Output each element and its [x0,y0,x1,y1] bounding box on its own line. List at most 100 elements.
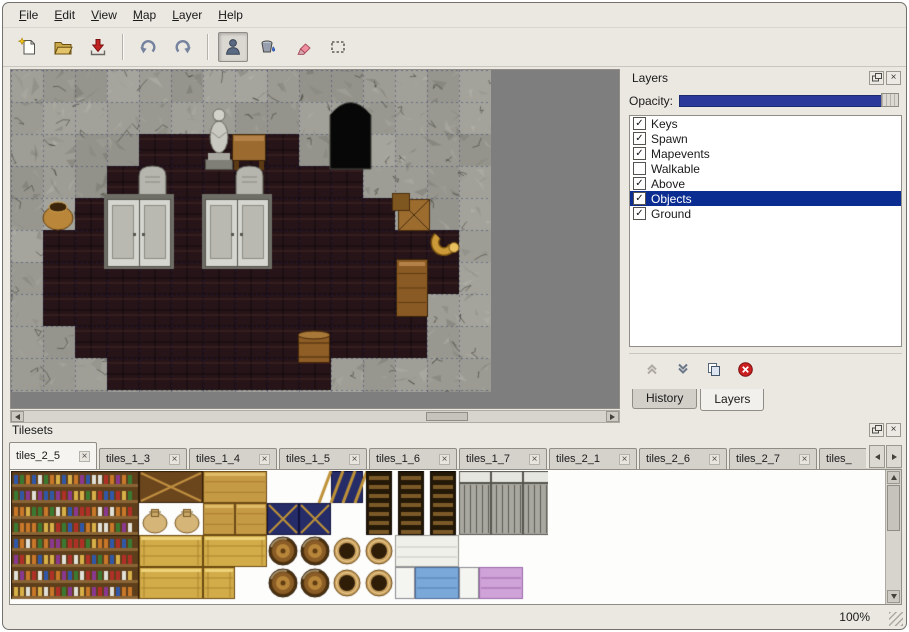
menu-map[interactable]: Map [125,6,164,24]
layer-name: Mapevents [651,147,710,161]
tab-close-icon[interactable]: × [79,451,90,462]
layer-row[interactable]: Walkable [630,161,901,176]
tileset-tab-label: tiles_2_6 [646,453,690,465]
tab-close-icon[interactable]: × [439,454,450,465]
duplicate-layer-button[interactable] [703,358,725,380]
tab-close-icon[interactable]: × [259,454,270,465]
tileset-tab[interactable]: tiles_1_5× [279,448,367,469]
redo-button[interactable] [168,32,198,62]
select-tool-button[interactable] [323,32,353,62]
save-button[interactable] [83,32,113,62]
open-file-button[interactable] [48,32,78,62]
tileset-tab[interactable]: tiles_2_1× [549,448,637,469]
toolbar-separator [207,34,209,60]
layer-row[interactable]: ✓ Objects [630,191,901,206]
tab-close-icon[interactable]: × [619,454,630,465]
layer-checkbox[interactable]: ✓ [633,192,646,205]
up-triangle-icon [891,475,897,480]
layer-checkbox[interactable]: ✓ [633,147,646,160]
tileset-tab-label: tiles_1_3 [106,453,150,465]
layer-row[interactable]: ✓ Above [630,176,901,191]
tab-close-icon[interactable]: × [529,454,540,465]
tileset-tab[interactable]: tiles_1_3 × [99,448,187,469]
fill-tool-button[interactable] [253,32,283,62]
lower-layer-button[interactable] [672,358,694,380]
layer-checkbox[interactable]: ✓ [633,207,646,220]
toolbar [3,28,906,67]
layers-float-button[interactable] [869,71,884,85]
tilesets-panel-header: Tilesets × [7,421,904,438]
menu-help[interactable]: Help [210,6,251,24]
tab-close-icon[interactable]: × [709,454,720,465]
layer-row[interactable]: ✓ Mapevents [630,146,901,161]
tab-scroll-right-button[interactable] [886,445,902,468]
float-window-icon [872,425,882,434]
tilesets-close-button[interactable]: × [886,423,901,437]
layers-close-button[interactable]: × [886,71,901,85]
dock-tab-history[interactable]: History [632,389,697,409]
layer-row[interactable]: ✓ Spawn [630,131,901,146]
tileset-tab[interactable]: tiles_2_6 × [639,448,727,469]
tileset-tab[interactable]: tiles_1_6 × [369,448,457,469]
float-window-icon [872,73,882,82]
layer-name: Ground [651,207,691,221]
status-bar: 100% [3,605,906,629]
opacity-row: Opacity: [629,93,902,109]
scroll-up-arrow[interactable] [887,471,900,484]
chevron-double-down-icon [675,361,691,377]
layers-panel: Layers × Opacity: ✓ Keys ✓ Spawn [627,69,904,413]
stamp-tool-button[interactable] [218,32,248,62]
layer-buttons-row [629,353,902,384]
scroll-down-arrow[interactable] [887,590,900,603]
map-canvas[interactable] [11,70,491,392]
layers-panel-title: Layers [630,71,867,85]
layer-row[interactable]: ✓ Keys [630,116,901,131]
undo-button[interactable] [133,32,163,62]
toolbar-separator [122,34,124,60]
tileset-tab-label: tiles_1_6 [376,453,420,465]
vertical-scroll-thumb[interactable] [887,485,900,531]
app-window: File Edit View Map Layer Help [2,2,907,630]
eraser-tool-button[interactable] [288,32,318,62]
horizontal-scroll-thumb[interactable] [426,412,468,421]
new-file-button[interactable] [13,32,43,62]
layer-list[interactable]: ✓ Keys ✓ Spawn ✓ Mapevents Walkable ✓ Ab… [629,115,902,347]
dock-tab-layers[interactable]: Layers [700,389,764,411]
layer-row[interactable]: ✓ Ground [630,206,901,221]
eraser-icon [293,37,313,57]
delete-layer-button[interactable] [734,358,756,380]
opacity-slider-thumb[interactable] [881,93,899,107]
tileset-tab[interactable]: tiles_2_7× [729,448,817,469]
layer-checkbox[interactable]: ✓ [633,132,646,145]
tilesets-float-button[interactable] [869,423,884,437]
opacity-slider[interactable] [679,95,898,107]
new-file-icon [18,37,38,57]
resize-grip[interactable] [889,612,903,626]
tab-close-icon[interactable]: × [799,454,810,465]
layer-checkbox[interactable]: ✓ [633,177,646,190]
menu-layer[interactable]: Layer [164,6,210,24]
tileset-canvas[interactable] [11,471,548,601]
tileset-tab-label: tiles_ [826,453,852,465]
tab-close-icon[interactable]: × [169,454,180,465]
layer-checkbox[interactable] [633,162,646,175]
tileset-tab[interactable]: tiles_2_5× [9,442,97,469]
tileset-tab[interactable]: tiles_1_7× [459,448,547,469]
marquee-select-icon [328,37,348,57]
layer-name: Spawn [651,132,688,146]
menu-file[interactable]: File [11,6,46,24]
right-triangle-icon [892,454,897,460]
tileset-tab[interactable]: tiles_1_4× [189,448,277,469]
raise-layer-button[interactable] [641,358,663,380]
menu-view[interactable]: View [83,6,125,24]
layer-checkbox[interactable]: ✓ [633,117,646,130]
tileset-vertical-scrollbar[interactable] [885,470,901,604]
tab-close-icon[interactable]: × [349,454,360,465]
menu-edit[interactable]: Edit [46,6,83,24]
map-view[interactable] [10,69,620,409]
right-triangle-icon [610,414,615,420]
tab-scroll-left-button[interactable] [869,445,885,468]
tilesets-panel-title: Tilesets [10,423,867,437]
left-triangle-icon [875,454,880,460]
undo-icon [138,37,158,57]
